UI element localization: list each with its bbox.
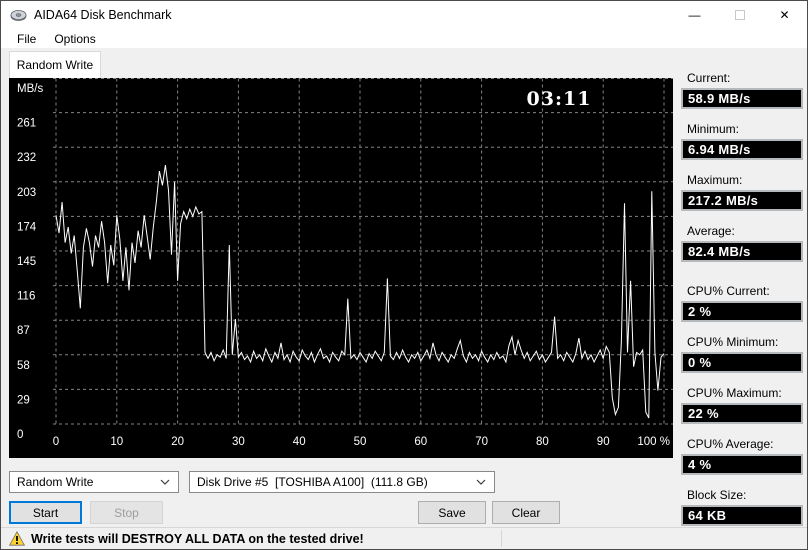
stat-block-size: Block Size: 64 KB bbox=[681, 488, 803, 526]
stat-label: Minimum: bbox=[687, 122, 740, 136]
y-tick-label: 261 bbox=[17, 118, 36, 130]
x-tick-label: 10 bbox=[110, 436, 123, 448]
y-axis-unit-label: MB/s bbox=[17, 83, 43, 95]
statusbar-divider bbox=[501, 530, 502, 547]
close-button[interactable]: ✕ bbox=[762, 1, 807, 29]
stat-label: Maximum: bbox=[687, 173, 743, 187]
stat-cpu-average: CPU% Average: 4 % bbox=[681, 437, 803, 475]
x-tick-label: 30 bbox=[232, 436, 245, 448]
y-tick-label: 58 bbox=[17, 360, 30, 372]
x-tick-label-100pct: 100 % bbox=[637, 436, 670, 448]
y-tick-label: 0 bbox=[17, 429, 23, 441]
stat-label: CPU% Current: bbox=[687, 284, 770, 298]
stat-current: Current: 58.9 MB/s bbox=[681, 71, 803, 109]
y-tick-label: 116 bbox=[17, 291, 35, 303]
stop-button[interactable]: Stop bbox=[90, 501, 163, 524]
stat-label: Average: bbox=[687, 224, 735, 238]
warning-icon bbox=[9, 531, 25, 546]
stat-cpu-current: CPU% Current: 2 % bbox=[681, 284, 803, 322]
x-tick-label: 80 bbox=[536, 436, 549, 448]
y-tick-label: 174 bbox=[17, 221, 37, 233]
menu-bar: File Options bbox=[1, 29, 807, 48]
benchmark-chart: MB/s 261 232 203 174 145 116 87 58 29 0 0 10 20 30 40 50… bbox=[9, 78, 673, 458]
stat-value: 4 % bbox=[681, 454, 803, 475]
title-bar: AIDA64 Disk Benchmark — ✕ bbox=[1, 1, 807, 29]
x-tick-label: 60 bbox=[414, 436, 427, 448]
test-type-value: Random Write bbox=[17, 475, 94, 489]
chevron-down-icon bbox=[476, 479, 486, 485]
maximize-icon bbox=[734, 10, 745, 20]
stat-cpu-minimum: CPU% Minimum: 0 % bbox=[681, 335, 803, 373]
stat-label: CPU% Maximum: bbox=[687, 386, 782, 400]
y-tick-label: 87 bbox=[17, 325, 30, 337]
menu-options[interactable]: Options bbox=[45, 30, 104, 48]
stat-label: Current: bbox=[687, 71, 731, 85]
drive-value: Disk Drive #5 [TOSHIBA A100] (111.8 GB) bbox=[197, 475, 428, 489]
clear-button[interactable]: Clear bbox=[492, 501, 560, 524]
x-tick-label: 20 bbox=[171, 436, 184, 448]
stat-value: 58.9 MB/s bbox=[681, 88, 803, 109]
stat-value: 2 % bbox=[681, 301, 803, 322]
x-tick-label: 70 bbox=[475, 436, 488, 448]
chevron-down-icon bbox=[160, 479, 170, 485]
window-title: AIDA64 Disk Benchmark bbox=[34, 8, 172, 22]
caption-buttons: — ✕ bbox=[672, 1, 807, 29]
minimize-button[interactable]: — bbox=[672, 1, 717, 29]
tab-random-write[interactable]: Random Write bbox=[9, 51, 101, 78]
drive-combobox[interactable]: Disk Drive #5 [TOSHIBA A100] (111.8 GB) bbox=[189, 471, 495, 493]
x-tick-label: 0 bbox=[53, 436, 59, 448]
test-type-combobox[interactable]: Random Write bbox=[9, 471, 179, 493]
stat-label: CPU% Minimum: bbox=[687, 335, 779, 349]
start-button[interactable]: Start bbox=[9, 501, 82, 524]
maximize-button bbox=[717, 1, 762, 29]
stat-maximum: Maximum: 217.2 MB/s bbox=[681, 173, 803, 211]
stat-value: 217.2 MB/s bbox=[681, 190, 803, 211]
stat-value: 6.94 MB/s bbox=[681, 139, 803, 160]
menu-file[interactable]: File bbox=[8, 30, 45, 48]
elapsed-time-label: 03:11 bbox=[527, 88, 592, 110]
status-bar: Write tests will DESTROY ALL DATA on the… bbox=[1, 527, 807, 549]
stat-minimum: Minimum: 6.94 MB/s bbox=[681, 122, 803, 160]
warning-text: Write tests will DESTROY ALL DATA on the… bbox=[31, 531, 364, 546]
x-tick-label: 50 bbox=[354, 436, 367, 448]
stat-value: 82.4 MB/s bbox=[681, 241, 803, 262]
y-tick-label: 203 bbox=[17, 187, 36, 199]
stat-label: Block Size: bbox=[687, 488, 747, 502]
save-button[interactable]: Save bbox=[418, 501, 486, 524]
stat-value: 64 KB bbox=[681, 505, 803, 526]
aida64-disk-benchmark-window: { "window": { "title": "AIDA64 Disk Benc… bbox=[0, 0, 808, 550]
stats-panel: Current: 58.9 MB/s Minimum: 6.94 MB/s Ma… bbox=[681, 71, 803, 539]
app-disk-icon bbox=[10, 9, 27, 21]
stat-label: CPU% Average: bbox=[687, 437, 774, 451]
stat-value: 0 % bbox=[681, 352, 803, 373]
stat-value: 22 % bbox=[681, 403, 803, 424]
y-tick-label: 232 bbox=[17, 152, 36, 164]
stat-average: Average: 82.4 MB/s bbox=[681, 224, 803, 262]
chart-svg: MB/s 261 232 203 174 145 116 87 58 29 0 0 10 20 30 40 50… bbox=[17, 78, 673, 448]
x-tick-label: 90 bbox=[597, 436, 610, 448]
stat-cpu-maximum: CPU% Maximum: 22 % bbox=[681, 386, 803, 424]
y-tick-label: 29 bbox=[17, 394, 30, 406]
y-tick-label: 145 bbox=[17, 256, 36, 268]
x-tick-label: 40 bbox=[293, 436, 306, 448]
